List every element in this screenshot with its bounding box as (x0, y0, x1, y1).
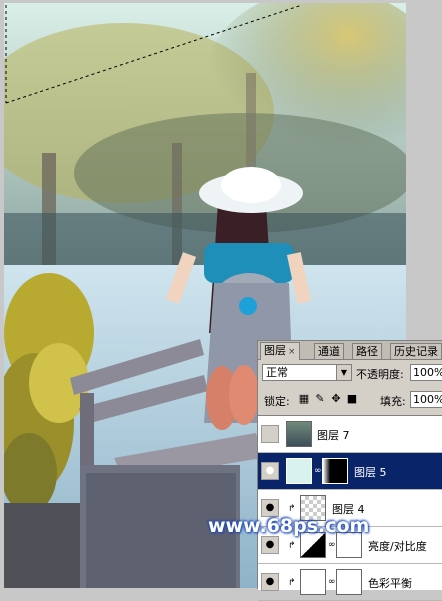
layer-thumbnail (286, 458, 312, 484)
fill-label: 填充: (380, 395, 406, 408)
lock-row: 锁定: ▦ ✎ ✥ ■ 填充: 100% (258, 390, 442, 410)
link-icon: ∞ (314, 466, 322, 476)
fill-input[interactable]: 100% (410, 391, 442, 408)
tab-history-label: 历史记录 (394, 345, 438, 358)
eye-icon[interactable]: ● (261, 462, 279, 480)
layers-panel: 图层 × 通道 路径 历史记录 正常 ▼ 不透明度: 100% 锁定: ▦ ✎ ✥… (257, 340, 442, 601)
link-icon: ∞ (328, 577, 336, 587)
clip-arrow-icon: ↱ (288, 541, 296, 551)
mask-thumbnail[interactable] (336, 569, 362, 595)
layer-thumbnail (286, 421, 312, 447)
close-icon[interactable]: × (288, 347, 296, 357)
layer-name: 图层 7 (317, 429, 350, 442)
watermark-text: www.68ps.com (208, 515, 370, 537)
opacity-input[interactable]: 100% (410, 364, 442, 381)
blend-row: 正常 ▼ 不透明度: 100% (258, 362, 442, 384)
blend-mode-value: 正常 (266, 366, 288, 379)
layer-row-5[interactable]: ● ∞ 图层 5 (258, 453, 442, 490)
layer-name: 亮度/对比度 (368, 540, 427, 553)
tab-channels-label: 通道 (318, 345, 340, 358)
layer-name: 色彩平衡 (368, 577, 412, 590)
layer-row-7[interactable]: 图层 7 (258, 416, 442, 453)
tab-history[interactable]: 历史记录 (390, 343, 442, 359)
layer-list: 图层 7 ● ∞ 图层 5 ● ↱ 图层 4 ● ↱ ∞ 亮度/对比度 ● ↱ … (258, 415, 442, 601)
eye-icon[interactable]: ● (261, 573, 279, 591)
eye-icon[interactable]: ● (261, 536, 279, 554)
visibility-toggle[interactable] (261, 425, 279, 443)
blend-mode-select[interactable]: 正常 ▼ (262, 364, 352, 381)
tab-paths[interactable]: 路径 (352, 343, 382, 359)
lock-move-icon[interactable]: ✥ (330, 393, 342, 405)
lock-label: 锁定: (264, 395, 290, 408)
tab-channels[interactable]: 通道 (314, 343, 344, 359)
tab-paths-label: 路径 (356, 345, 378, 358)
tab-layers[interactable]: 图层 × (260, 342, 300, 360)
lock-all-icon[interactable]: ■ (346, 393, 358, 405)
panel-tabs: 图层 × 通道 路径 历史记录 (258, 341, 442, 360)
clip-arrow-icon: ↱ (288, 578, 296, 588)
clip-arrow-icon: ↱ (288, 504, 296, 514)
mask-thumbnail[interactable] (322, 458, 348, 484)
link-icon: ∞ (328, 540, 336, 550)
layer-name: 图层 5 (354, 466, 387, 479)
layer-row-colorbalance[interactable]: ● ↱ ∞ 色彩平衡 (258, 564, 442, 601)
lock-transparency-icon[interactable]: ▦ (298, 393, 310, 405)
tab-layers-label: 图层 (264, 344, 286, 357)
lock-brush-icon[interactable]: ✎ (314, 393, 326, 405)
chevron-down-icon[interactable]: ▼ (336, 365, 351, 380)
balance-scale-icon (300, 569, 326, 595)
opacity-label: 不透明度: (356, 368, 404, 381)
